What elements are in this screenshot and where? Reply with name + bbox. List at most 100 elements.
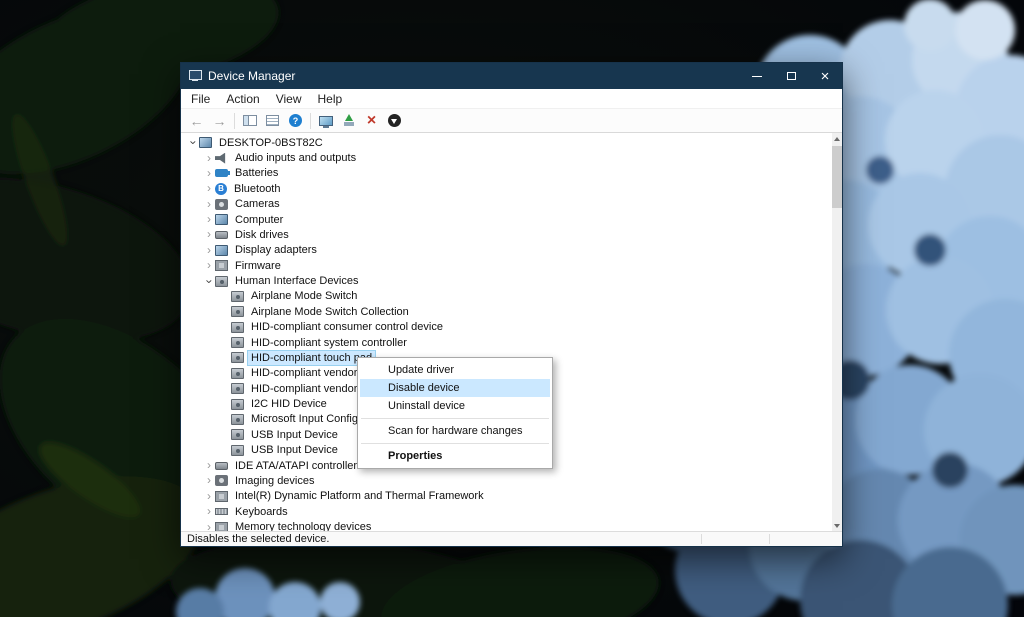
menu-file[interactable]: File <box>183 90 218 108</box>
tree-item-firmware[interactable]: › Firmware <box>181 258 832 273</box>
tree-item-label: Human Interface Devices <box>232 274 362 288</box>
properties-button[interactable] <box>261 110 284 132</box>
disable-device-icon <box>388 114 401 127</box>
device-tree: ›DESKTOP-0BST82C›Audio inputs and output… <box>181 135 832 531</box>
speaker-icon <box>215 153 228 164</box>
hid-icon <box>231 291 244 302</box>
hid-icon <box>231 306 244 317</box>
tree-item-desktop-0bst82c[interactable]: › DESKTOP-0BST82C <box>181 135 832 150</box>
device-manager-window: Device Manager × FileActionViewHelp ←→? ×… <box>180 62 843 547</box>
tree-item-human-interface-devices[interactable]: › Human Interface Devices <box>181 273 832 288</box>
collapse-chevron-icon[interactable]: › <box>188 137 199 149</box>
uninstall-device-button[interactable]: × <box>360 110 383 132</box>
expand-chevron-icon[interactable]: › <box>203 460 215 471</box>
tree-item-label: Airplane Mode Switch <box>248 289 360 303</box>
close-icon: × <box>821 69 830 84</box>
context-item-update-driver[interactable]: Update driver <box>360 361 550 379</box>
window-title: Device Manager <box>208 69 295 83</box>
vertical-scrollbar[interactable] <box>832 133 842 531</box>
context-item-uninstall-device[interactable]: Uninstall device <box>360 397 550 415</box>
help-icon: ? <box>289 114 302 127</box>
tree-item-keyboards[interactable]: ›Keyboards <box>181 504 832 519</box>
uninstall-device-icon: × <box>367 112 376 130</box>
hid-icon <box>231 399 244 410</box>
tree-item-audio-inputs-and-outputs[interactable]: ›Audio inputs and outputs <box>181 150 832 165</box>
scroll-down-icon[interactable] <box>832 520 842 531</box>
update-driver-button[interactable] <box>337 110 360 132</box>
tree-item-label: USB Input Device <box>248 443 341 457</box>
menu-view[interactable]: View <box>268 90 310 108</box>
expand-chevron-icon[interactable]: › <box>203 491 215 502</box>
toolbar-separator <box>234 113 235 129</box>
app-icon <box>189 70 202 82</box>
computer2-icon <box>215 214 228 225</box>
tree-item-batteries[interactable]: ›Batteries <box>181 166 832 181</box>
disable-device-button[interactable] <box>383 110 406 132</box>
tree-item-cameras[interactable]: ›Cameras <box>181 197 832 212</box>
tree-item-airplane-mode-switch[interactable]: Airplane Mode Switch <box>181 289 832 304</box>
battery-icon <box>215 169 228 177</box>
expand-chevron-icon[interactable]: › <box>203 475 215 486</box>
tree-item-label: Firmware <box>232 259 284 273</box>
hid-icon <box>231 352 244 363</box>
hid-icon <box>215 276 228 287</box>
tree-item-hid-compliant-system-controller[interactable]: HID-compliant system controller <box>181 335 832 350</box>
forward-button[interactable]: → <box>208 110 231 132</box>
context-item-properties[interactable]: Properties <box>360 447 550 465</box>
expand-chevron-icon[interactable]: › <box>203 183 215 194</box>
expand-chevron-icon[interactable]: › <box>203 199 215 210</box>
tree-item-label: IDE ATA/ATAPI controllers <box>232 459 366 473</box>
computer-icon <box>199 137 212 148</box>
tree-item-label: Airplane Mode Switch Collection <box>248 305 412 319</box>
expand-chevron-icon[interactable]: › <box>203 153 215 164</box>
camera-icon <box>215 475 228 486</box>
scroll-up-icon[interactable] <box>832 133 842 144</box>
show-console-tree-button[interactable] <box>238 110 261 132</box>
context-item-scan-for-hardware-changes[interactable]: Scan for hardware changes <box>360 422 550 440</box>
tree-item-airplane-mode-switch-collection[interactable]: Airplane Mode Switch Collection <box>181 304 832 319</box>
display-icon <box>215 245 228 256</box>
devices-by-type-button[interactable] <box>314 110 337 132</box>
tree-item-disk-drives[interactable]: ›Disk drives <box>181 227 832 242</box>
menu-help[interactable]: Help <box>310 90 351 108</box>
tree-item-imaging-devices[interactable]: › Imaging devices <box>181 473 832 488</box>
hid-icon <box>231 429 244 440</box>
close-button[interactable]: × <box>808 63 842 89</box>
minimize-button[interactable] <box>740 63 774 89</box>
tree-item-label: DESKTOP-0BST82C <box>216 136 326 150</box>
expand-chevron-icon[interactable]: › <box>203 260 215 271</box>
toolbar-separator <box>310 113 311 129</box>
maximize-icon <box>787 72 796 80</box>
context-item-disable-device[interactable]: Disable device <box>360 379 550 397</box>
tree-item-label: Imaging devices <box>232 474 318 488</box>
hid-icon <box>231 383 244 394</box>
bluetooth-icon: B <box>215 183 227 195</box>
expand-chevron-icon[interactable]: › <box>203 506 215 517</box>
expand-chevron-icon[interactable]: › <box>203 229 215 240</box>
tree-item-display-adapters[interactable]: ›Display adapters <box>181 243 832 258</box>
desktop: Device Manager × FileActionViewHelp ←→? ×… <box>0 0 1024 617</box>
back-button[interactable]: ← <box>185 110 208 132</box>
expand-chevron-icon[interactable]: › <box>203 168 215 179</box>
expand-chevron-icon[interactable]: › <box>203 214 215 225</box>
title-bar[interactable]: Device Manager × <box>181 63 842 89</box>
help-button[interactable]: ? <box>284 110 307 132</box>
tree-item-memory-technology-devices[interactable]: ›Memory technology devices <box>181 519 832 531</box>
tree-item-bluetooth[interactable]: ›BBluetooth <box>181 181 832 196</box>
keyboard-icon <box>215 508 228 515</box>
maximize-button[interactable] <box>774 63 808 89</box>
hid-icon <box>231 445 244 456</box>
tree-item-hid-compliant-consumer-control-device[interactable]: HID-compliant consumer control device <box>181 320 832 335</box>
hid-icon <box>231 414 244 425</box>
status-divider <box>701 534 702 544</box>
toolbar: ←→? × <box>181 109 842 133</box>
expand-chevron-icon[interactable]: › <box>203 245 215 256</box>
chip-icon <box>215 522 228 531</box>
menu-action[interactable]: Action <box>218 90 267 108</box>
expand-chevron-icon[interactable]: › <box>203 522 215 531</box>
tree-item-label: Intel(R) Dynamic Platform and Thermal Fr… <box>232 489 487 503</box>
tree-item-intel-r-dynamic-platform-and-thermal-framework[interactable]: › Intel(R) Dynamic Platform and Thermal F… <box>181 489 832 504</box>
tree-item-computer[interactable]: ›Computer <box>181 212 832 227</box>
collapse-chevron-icon[interactable]: › <box>204 275 215 287</box>
scrollbar-thumb[interactable] <box>832 146 842 208</box>
